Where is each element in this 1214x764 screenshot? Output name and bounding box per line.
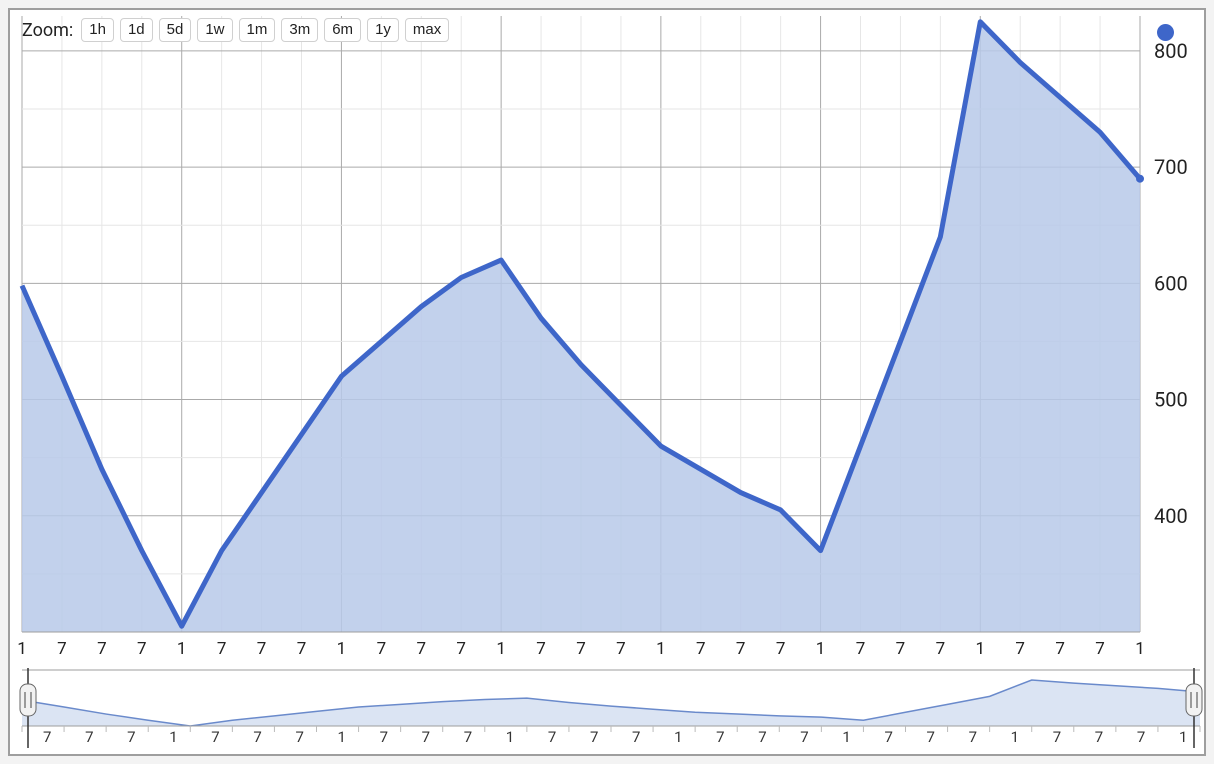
x-tick: 1	[17, 639, 27, 659]
overview-tick: 7	[927, 728, 935, 746]
x-tick: 7	[57, 639, 67, 659]
x-tick: 1	[337, 639, 347, 659]
x-tick: 7	[776, 639, 786, 659]
x-tick: 7	[257, 639, 267, 659]
x-tick: 1	[177, 639, 187, 659]
x-tick: 1	[976, 639, 986, 659]
x-tick: 7	[696, 639, 706, 659]
x-tick: 1	[496, 639, 506, 659]
overview-tick: 7	[464, 728, 472, 746]
x-tick: 7	[536, 639, 546, 659]
zoom-5d-button[interactable]: 5d	[159, 18, 192, 42]
overview-tick: 1	[169, 728, 177, 746]
x-tick: 7	[217, 639, 227, 659]
overview-tick: 7	[295, 728, 303, 746]
x-tick: 1	[816, 639, 826, 659]
overview-tick: 7	[716, 728, 724, 746]
zoom-1w-button[interactable]: 1w	[197, 18, 232, 42]
overview-area	[22, 680, 1200, 726]
overview-tick: 7	[253, 728, 261, 746]
overview-tick: 7	[758, 728, 766, 746]
x-tick: 7	[896, 639, 906, 659]
overview-tick: 7	[380, 728, 388, 746]
x-tick: 7	[856, 639, 866, 659]
overview-tick: 7	[548, 728, 556, 746]
legend-series-dot[interactable]	[1157, 24, 1174, 41]
overview-tick: 7	[1137, 728, 1145, 746]
zoom-max-button[interactable]: max	[405, 18, 449, 42]
x-tick: 7	[297, 639, 307, 659]
overview-tick: 1	[842, 728, 850, 746]
y-tick: 800	[1154, 39, 1188, 63]
chart-panel: Zoom: 1h 1d 5d 1w 1m 3m 6m 1y max 1 7 7 7 1 7…	[8, 8, 1206, 756]
x-tick: 7	[1095, 639, 1105, 659]
overview-tick: 1	[1011, 728, 1019, 746]
zoom-6m-button[interactable]: 6m	[324, 18, 361, 42]
y-tick: 500	[1154, 388, 1188, 412]
overview-tick: 7	[1053, 728, 1061, 746]
x-tick: 1	[1135, 639, 1145, 659]
range-handle-left[interactable]	[20, 668, 36, 748]
overview-tick: 1	[674, 728, 682, 746]
zoom-label: Zoom:	[22, 20, 73, 41]
overview-tick: 1	[338, 728, 346, 746]
overview-tick: 7	[422, 728, 430, 746]
x-tick: 7	[1015, 639, 1025, 659]
zoom-toolbar: Zoom: 1h 1d 5d 1w 1m 3m 6m 1y max	[22, 18, 449, 42]
x-tick: 7	[736, 639, 746, 659]
overview-tick: 7	[800, 728, 808, 746]
series-end-dot	[1136, 175, 1144, 183]
overview-tick: 7	[211, 728, 219, 746]
x-tick: 7	[417, 639, 427, 659]
overview-tick: 1	[506, 728, 514, 746]
y-tick: 600	[1154, 271, 1188, 295]
zoom-1d-button[interactable]: 1d	[120, 18, 153, 42]
overview-tick: 7	[127, 728, 135, 746]
overview-tick: 7	[1095, 728, 1103, 746]
overview-tick: 7	[632, 728, 640, 746]
overview-tick: 7	[884, 728, 892, 746]
x-tick: 7	[936, 639, 946, 659]
zoom-1h-button[interactable]: 1h	[81, 18, 114, 42]
overview-tick: 1	[1179, 728, 1187, 746]
x-tick: 7	[97, 639, 107, 659]
x-tick: 1	[656, 639, 666, 659]
x-tick: 7	[616, 639, 626, 659]
zoom-3m-button[interactable]: 3m	[281, 18, 318, 42]
x-tick: 7	[377, 639, 387, 659]
x-tick: 7	[1055, 639, 1065, 659]
overview-tick: 7	[43, 728, 51, 746]
x-tick: 7	[576, 639, 586, 659]
x-tick: 7	[137, 639, 147, 659]
zoom-1y-button[interactable]: 1y	[367, 18, 399, 42]
y-tick: 400	[1154, 504, 1188, 528]
overview-tick: 7	[969, 728, 977, 746]
overview-tick: 7	[590, 728, 598, 746]
range-handle-right[interactable]	[1186, 668, 1202, 748]
plot-area: 1 7 7 7 1 7 7 7 1 7 7 7 1 7 7 7 1 7 7 7 1 7 7 7 1 7 7 7 1 400 500 600 70…	[10, 10, 1204, 754]
overview-tick: 7	[85, 728, 93, 746]
zoom-1m-button[interactable]: 1m	[239, 18, 276, 42]
y-tick: 700	[1154, 155, 1188, 179]
chart-svg: 1 7 7 7 1 7 7 7 1 7 7 7 1 7 7 7 1 7 7 7 1 7 7 7 1 7 7 7 1 400 500 600 70…	[10, 10, 1206, 756]
x-tick: 7	[456, 639, 466, 659]
